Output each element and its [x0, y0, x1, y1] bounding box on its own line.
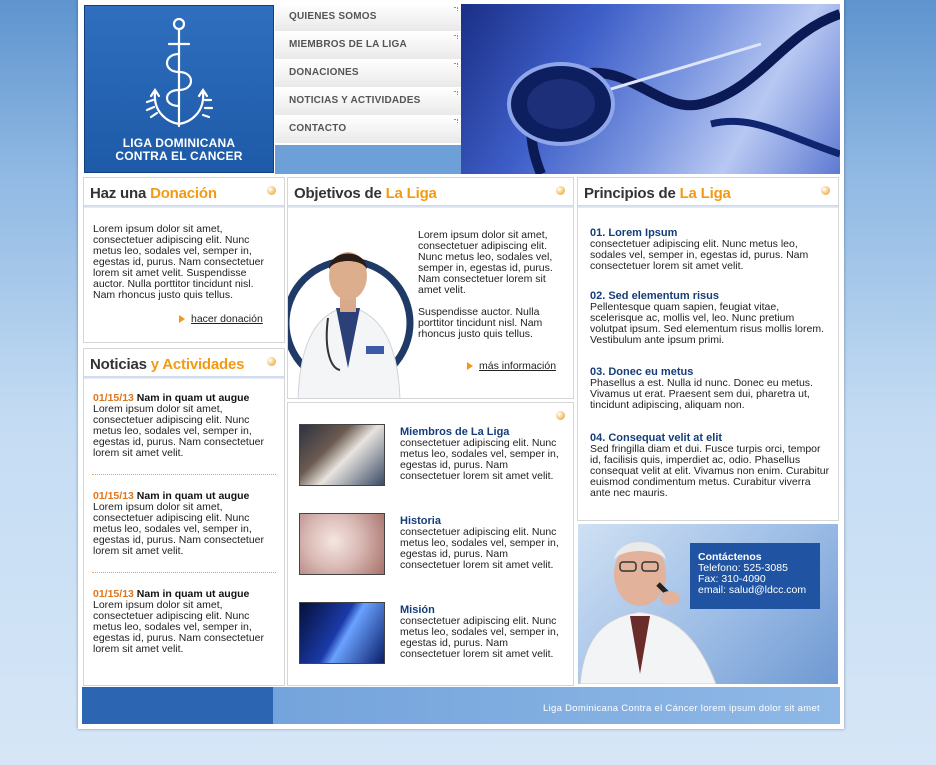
objectives-text-1: Lorem ipsum dolor sit amet, consectetuer…	[418, 229, 553, 296]
news-item[interactable]: 01/15/13 Nam in quam ut augue Lorem ipsu…	[93, 491, 278, 557]
more-info-link[interactable]: más información	[479, 360, 556, 372]
principle-item: 03. Donec eu metus Phasellus a est. Null…	[590, 367, 832, 411]
nav-item-donaciones[interactable]: DONACIONES	[275, 60, 461, 88]
nav-label: DONACIONES	[289, 67, 359, 78]
stethoscope-icon	[507, 9, 840, 174]
dotted-divider	[92, 474, 276, 475]
news-item[interactable]: 01/15/13 Nam in quam ut augue Lorem ipsu…	[93, 589, 278, 655]
principle-body: consectetuer adipiscing elit. Nunc metus…	[590, 238, 809, 272]
logo-line-2: CONTRA EL CANCER	[115, 149, 243, 163]
nav-item-contacto[interactable]: CONTACTO	[275, 116, 461, 144]
feature-body: consectetuer adipiscing elit. Nunc metus…	[400, 615, 559, 660]
bullet-circle-icon	[267, 186, 276, 195]
nav-label: NOTICIAS Y ACTIVIDADES	[289, 95, 421, 106]
principle-item: 01. Lorem Ipsum consectetuer adipiscing …	[590, 228, 832, 272]
corner-dot-icon	[454, 35, 458, 39]
nav-item-quienes-somos[interactable]: QUIENES SOMOS	[275, 4, 461, 32]
principle-item: 02. Sed elementum risus Pellentesque qua…	[590, 291, 832, 346]
divider	[288, 205, 573, 208]
nav-label: MIEMBROS DE LA LIGA	[289, 39, 407, 50]
principle-body: Sed fringilla diam et dui. Fusce turpis …	[590, 443, 830, 499]
footer-text: Liga Dominicana Contra el Cáncer lorem i…	[543, 703, 820, 714]
news-body: Lorem ipsum dolor sit amet, consectetuer…	[93, 403, 265, 459]
donation-panel: Haz una Donación Lorem ipsum dolor sit a…	[83, 177, 285, 343]
title-prefix: Objetivos de	[294, 185, 386, 202]
principle-body: Pellentesque quam sapien, feugiat vitae,…	[590, 301, 825, 346]
principles-panel: Principios de La Liga 01. Lorem Ipsum co…	[577, 177, 839, 521]
arrow-right-icon	[467, 362, 473, 370]
arrow-right-icon	[179, 315, 185, 323]
dotted-divider	[92, 572, 276, 573]
nav-item-noticias[interactable]: NOTICIAS Y ACTIVIDADES	[275, 88, 461, 116]
news-panel: Noticias y Actividades 01/15/13 Nam in q…	[83, 348, 285, 686]
features-panel: Miembros de La Liga consectetuer adipisc…	[287, 402, 574, 686]
principle-item: 04. Consequat velit at elit Sed fringill…	[590, 433, 832, 499]
divider	[578, 205, 838, 208]
corner-dot-icon	[454, 91, 458, 95]
corner-dot-icon	[454, 7, 458, 11]
nav-item-miembros[interactable]: MIEMBROS DE LA LIGA	[275, 32, 461, 60]
panel-title: Principios de La Liga	[584, 185, 731, 202]
corner-dot-icon	[454, 119, 458, 123]
title-prefix: Noticias	[90, 356, 151, 373]
title-highlight: Donación	[150, 185, 217, 202]
panel-title: Objetivos de La Liga	[294, 185, 437, 202]
title-prefix: Principios de	[584, 185, 680, 202]
title-prefix: Haz una	[90, 185, 151, 202]
hero-stethoscope-image	[461, 4, 840, 174]
bullet-circle-icon	[821, 186, 830, 195]
news-body: Lorem ipsum dolor sit amet, consectetuer…	[93, 599, 265, 655]
corner-dot-icon	[454, 63, 458, 67]
footer-left-block	[82, 687, 273, 724]
news-body: Lorem ipsum dolor sit amet, consectetuer…	[93, 501, 265, 557]
divider	[84, 376, 284, 379]
title-highlight: y Actividades	[150, 356, 245, 373]
principle-body: Phasellus a est. Nulla id nunc. Donec eu…	[590, 377, 813, 411]
contact-card: Contáctenos Telefono: 525-3085 Fax: 310-…	[690, 543, 820, 609]
bullet-circle-icon	[267, 357, 276, 366]
members-thumbnail[interactable]	[299, 424, 385, 486]
site-container: LIGA DOMINICANA CONTRA EL CANCER QUIENES…	[78, 0, 844, 729]
objectives-panel: Objetivos de La Liga Lorem ipsum dolor s…	[287, 177, 574, 399]
mission-thumbnail[interactable]	[299, 602, 385, 664]
feature-body: consectetuer adipiscing elit. Nunc metus…	[400, 437, 559, 482]
title-highlight: La Liga	[385, 185, 437, 202]
nav-label: QUIENES SOMOS	[289, 11, 377, 22]
logo[interactable]: LIGA DOMINICANA CONTRA EL CANCER	[84, 5, 274, 173]
main-nav: QUIENES SOMOS MIEMBROS DE LA LIGA DONACI…	[275, 4, 461, 145]
panel-title: Noticias y Actividades	[90, 356, 244, 373]
logo-text: LIGA DOMINICANA CONTRA EL CANCER	[85, 137, 273, 163]
history-thumbnail[interactable]	[299, 513, 385, 575]
anchor-ribbon-icon	[145, 17, 214, 128]
divider	[84, 205, 284, 208]
panel-title: Haz una Donación	[90, 185, 217, 202]
bullet-circle-icon	[556, 411, 565, 420]
doctor-image	[288, 252, 414, 398]
objectives-text-2: Suspendisse auctor. Nulla porttitor tinc…	[418, 306, 543, 340]
title-highlight: La Liga	[679, 185, 731, 202]
donate-link[interactable]: hacer donación	[191, 313, 263, 325]
feature-item: Historia consectetuer adipiscing elit. N…	[400, 516, 566, 571]
feature-body: consectetuer adipiscing elit. Nunc metus…	[400, 526, 559, 571]
bullet-circle-icon	[556, 186, 565, 195]
feature-item: Miembros de La Liga consectetuer adipisc…	[400, 427, 566, 482]
news-item[interactable]: 01/15/13 Nam in quam ut augue Lorem ipsu…	[93, 393, 278, 459]
nav-filler	[275, 145, 461, 174]
nav-label: CONTACTO	[289, 123, 347, 134]
donation-text: Lorem ipsum dolor sit amet, consectetuer…	[93, 223, 265, 301]
feature-item: Misión consectetuer adipiscing elit. Nun…	[400, 605, 566, 660]
contact-email[interactable]: email: salud@ldcc.com	[698, 585, 806, 596]
